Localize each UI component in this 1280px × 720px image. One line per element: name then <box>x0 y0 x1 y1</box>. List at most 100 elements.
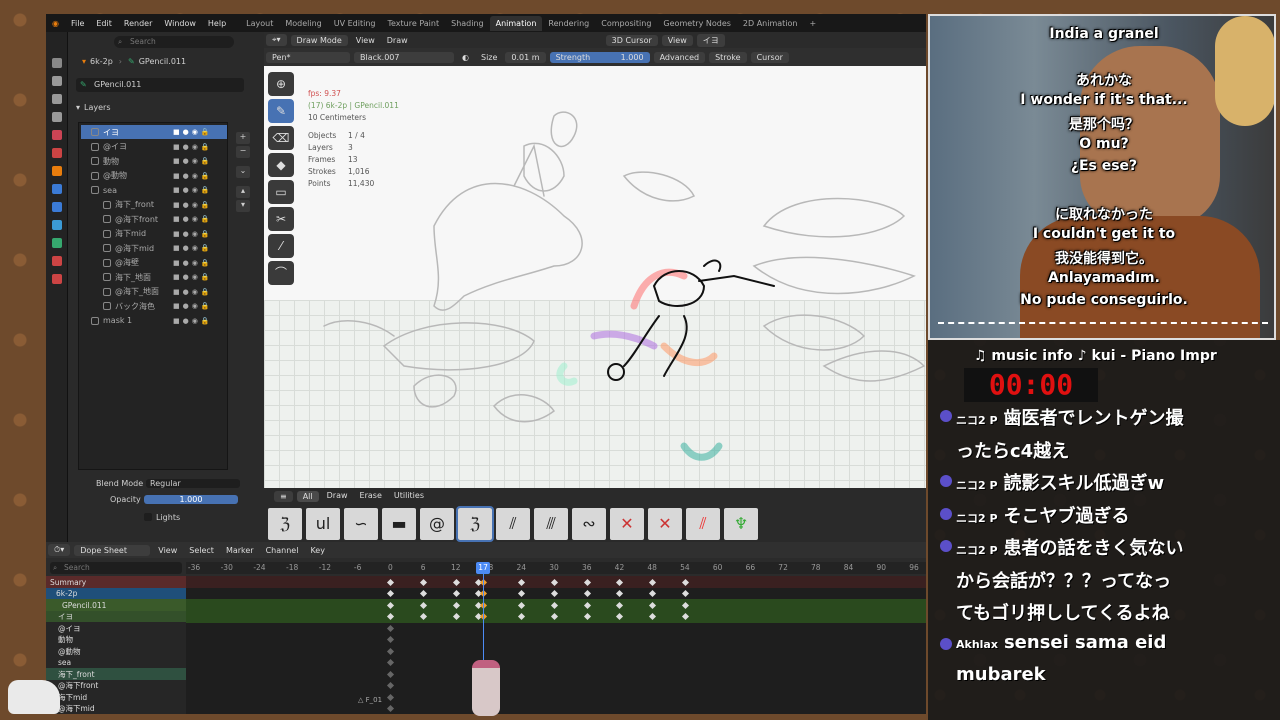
fill-tool-icon[interactable]: ◆ <box>268 153 294 177</box>
channel-row[interactable]: sea <box>46 656 186 669</box>
tab-utilities[interactable]: Utilities <box>388 491 430 502</box>
brush-red-icon[interactable]: ⫽ <box>686 508 720 540</box>
keyframe[interactable] <box>387 647 395 655</box>
keyframe[interactable] <box>420 601 428 609</box>
layer-visibility-icon[interactable]: ■●◉🔒 <box>173 143 213 151</box>
cursor-tool-icon[interactable]: ⊕ <box>268 72 294 96</box>
keyframe[interactable] <box>649 612 657 621</box>
keyframe[interactable] <box>420 578 428 586</box>
brush-ink-icon[interactable]: ℨ <box>268 508 302 540</box>
tool-tab-icon[interactable] <box>51 58 62 68</box>
shelf-menu-icon[interactable]: ≡ <box>274 491 293 502</box>
layer-row[interactable]: @海下mid ■●◉🔒 <box>81 241 227 255</box>
menu-file[interactable]: File <box>65 19 90 28</box>
blend-mode-select[interactable]: Regular <box>146 478 240 488</box>
brush-pencil-icon[interactable]: @ <box>420 508 454 540</box>
menu-render[interactable]: Render <box>118 19 158 28</box>
keyframe[interactable] <box>387 635 395 644</box>
menu-draw[interactable]: Draw <box>381 36 414 45</box>
eyedropper-tool-icon[interactable]: ⁄ <box>268 234 294 258</box>
layer-row[interactable]: mask 1 ■●◉🔒 <box>81 314 227 328</box>
keyframe[interactable] <box>681 612 689 621</box>
channel-row[interactable]: GPencil.011 <box>46 599 186 611</box>
material-tab-icon[interactable] <box>51 256 62 266</box>
brush-charcoal-icon[interactable]: ⫽ <box>496 508 530 540</box>
marker[interactable]: △ F_01 <box>358 696 382 704</box>
layer-row[interactable]: 海下_front ■●◉🔒 <box>81 198 227 212</box>
draw-tool-icon[interactable]: ✎ <box>268 99 294 123</box>
advanced-menu[interactable]: Advanced <box>653 51 706 63</box>
box-tool-icon[interactable]: ▭ <box>268 180 294 204</box>
layer-visibility-icon[interactable]: ■●◉🔒 <box>173 186 213 194</box>
brush-erase-hard-icon[interactable]: ✕ <box>610 508 644 540</box>
data-tab-icon[interactable] <box>51 238 62 248</box>
channel-row[interactable]: @動物 <box>46 645 186 657</box>
layer-row[interactable]: 海下mid ■●◉🔒 <box>81 227 227 241</box>
keyframe[interactable] <box>681 578 689 586</box>
viewport[interactable]: ⌖▾ Draw Mode View Draw 3D Cursor View イヨ… <box>264 32 926 542</box>
keyframe[interactable] <box>387 578 395 586</box>
keyframe[interactable] <box>387 681 395 690</box>
keyframe[interactable] <box>649 589 657 598</box>
channel-row[interactable]: @海下front <box>46 679 186 692</box>
keyframe[interactable] <box>387 612 395 621</box>
world-tab-icon[interactable] <box>51 148 62 158</box>
layer-visibility-icon[interactable]: ■●◉🔒 <box>173 317 213 325</box>
keyframe[interactable] <box>452 589 460 598</box>
keyframe[interactable] <box>420 612 428 621</box>
brush-airbrush-icon[interactable]: ▬ <box>382 508 416 540</box>
remove-layer-button[interactable]: − <box>236 146 250 158</box>
brush-marker-icon[interactable]: ∽ <box>344 508 378 540</box>
keyframe[interactable] <box>616 578 624 586</box>
opacity-slider[interactable]: 1.000 <box>144 494 238 504</box>
keyframe[interactable] <box>452 578 460 586</box>
keyframe[interactable] <box>583 589 591 598</box>
keyframe[interactable] <box>387 704 395 713</box>
erase-tool-icon[interactable]: ⌫ <box>268 126 294 150</box>
tab-2d-animation[interactable]: 2D Animation <box>737 16 804 31</box>
tab-modeling[interactable]: Modeling <box>279 16 327 31</box>
editor-type-button[interactable]: ⌖▾ <box>266 34 287 46</box>
texture-tab-icon[interactable] <box>51 274 62 284</box>
object-tab-icon[interactable] <box>51 166 62 176</box>
keyframe[interactable] <box>518 578 526 586</box>
menu-help[interactable]: Help <box>202 19 232 28</box>
layer-visibility-icon[interactable]: ■●◉🔒 <box>173 288 213 296</box>
output-tab-icon[interactable] <box>51 94 62 104</box>
dope-mode-select[interactable]: Dope Sheet <box>74 544 151 556</box>
keyframe[interactable] <box>452 601 460 609</box>
layer-visibility-icon[interactable]: ■●◉🔒 <box>173 201 213 209</box>
add-layer-button[interactable]: + <box>236 132 250 144</box>
keyframe[interactable] <box>681 589 689 598</box>
layer-visibility-icon[interactable]: ■●◉🔒 <box>173 157 213 165</box>
physics-tab-icon[interactable] <box>51 220 62 230</box>
tab-all[interactable]: All <box>296 491 319 502</box>
layer-row[interactable]: @海下front ■●◉🔒 <box>81 212 227 226</box>
layer-row[interactable]: @海壁 ■●◉🔒 <box>81 256 227 270</box>
layer-row[interactable]: 動物 ■●◉🔒 <box>81 154 227 168</box>
menu-window[interactable]: Window <box>158 19 202 28</box>
menu-dope-channel[interactable]: Channel <box>260 546 305 555</box>
keyframe-area[interactable] <box>186 576 926 714</box>
layer-menu-button[interactable]: ⌄ <box>236 166 250 178</box>
keyframe[interactable] <box>616 589 624 598</box>
keyframe[interactable] <box>387 601 395 609</box>
layer-visibility-icon[interactable]: ■●◉🔒 <box>173 215 213 223</box>
layer-row[interactable]: @海下_地面 ■●◉🔒 <box>81 285 227 299</box>
channel-row[interactable]: 海下_front <box>46 668 186 680</box>
brush-crayon-icon[interactable]: ⫻ <box>534 508 568 540</box>
layer-visibility-icon[interactable]: ■●◉🔒 <box>173 230 213 238</box>
keyframe[interactable] <box>616 612 624 621</box>
keyframe[interactable] <box>583 612 591 621</box>
dope-search-field[interactable]: ⌕ Search <box>50 562 182 574</box>
tab-texture-paint[interactable]: Texture Paint <box>381 16 445 31</box>
channel-row[interactable]: 6k-2p <box>46 587 186 600</box>
keyframe[interactable] <box>649 578 657 586</box>
layer-visibility-icon[interactable]: ■●◉🔒 <box>173 244 213 252</box>
menu-dope-select[interactable]: Select <box>183 546 220 555</box>
mode-select[interactable]: Draw Mode <box>290 34 348 46</box>
menu-edit[interactable]: Edit <box>90 19 118 28</box>
menu-view[interactable]: View <box>350 36 381 45</box>
keyframe[interactable] <box>518 612 526 621</box>
view-layer-tab-icon[interactable] <box>51 112 62 122</box>
